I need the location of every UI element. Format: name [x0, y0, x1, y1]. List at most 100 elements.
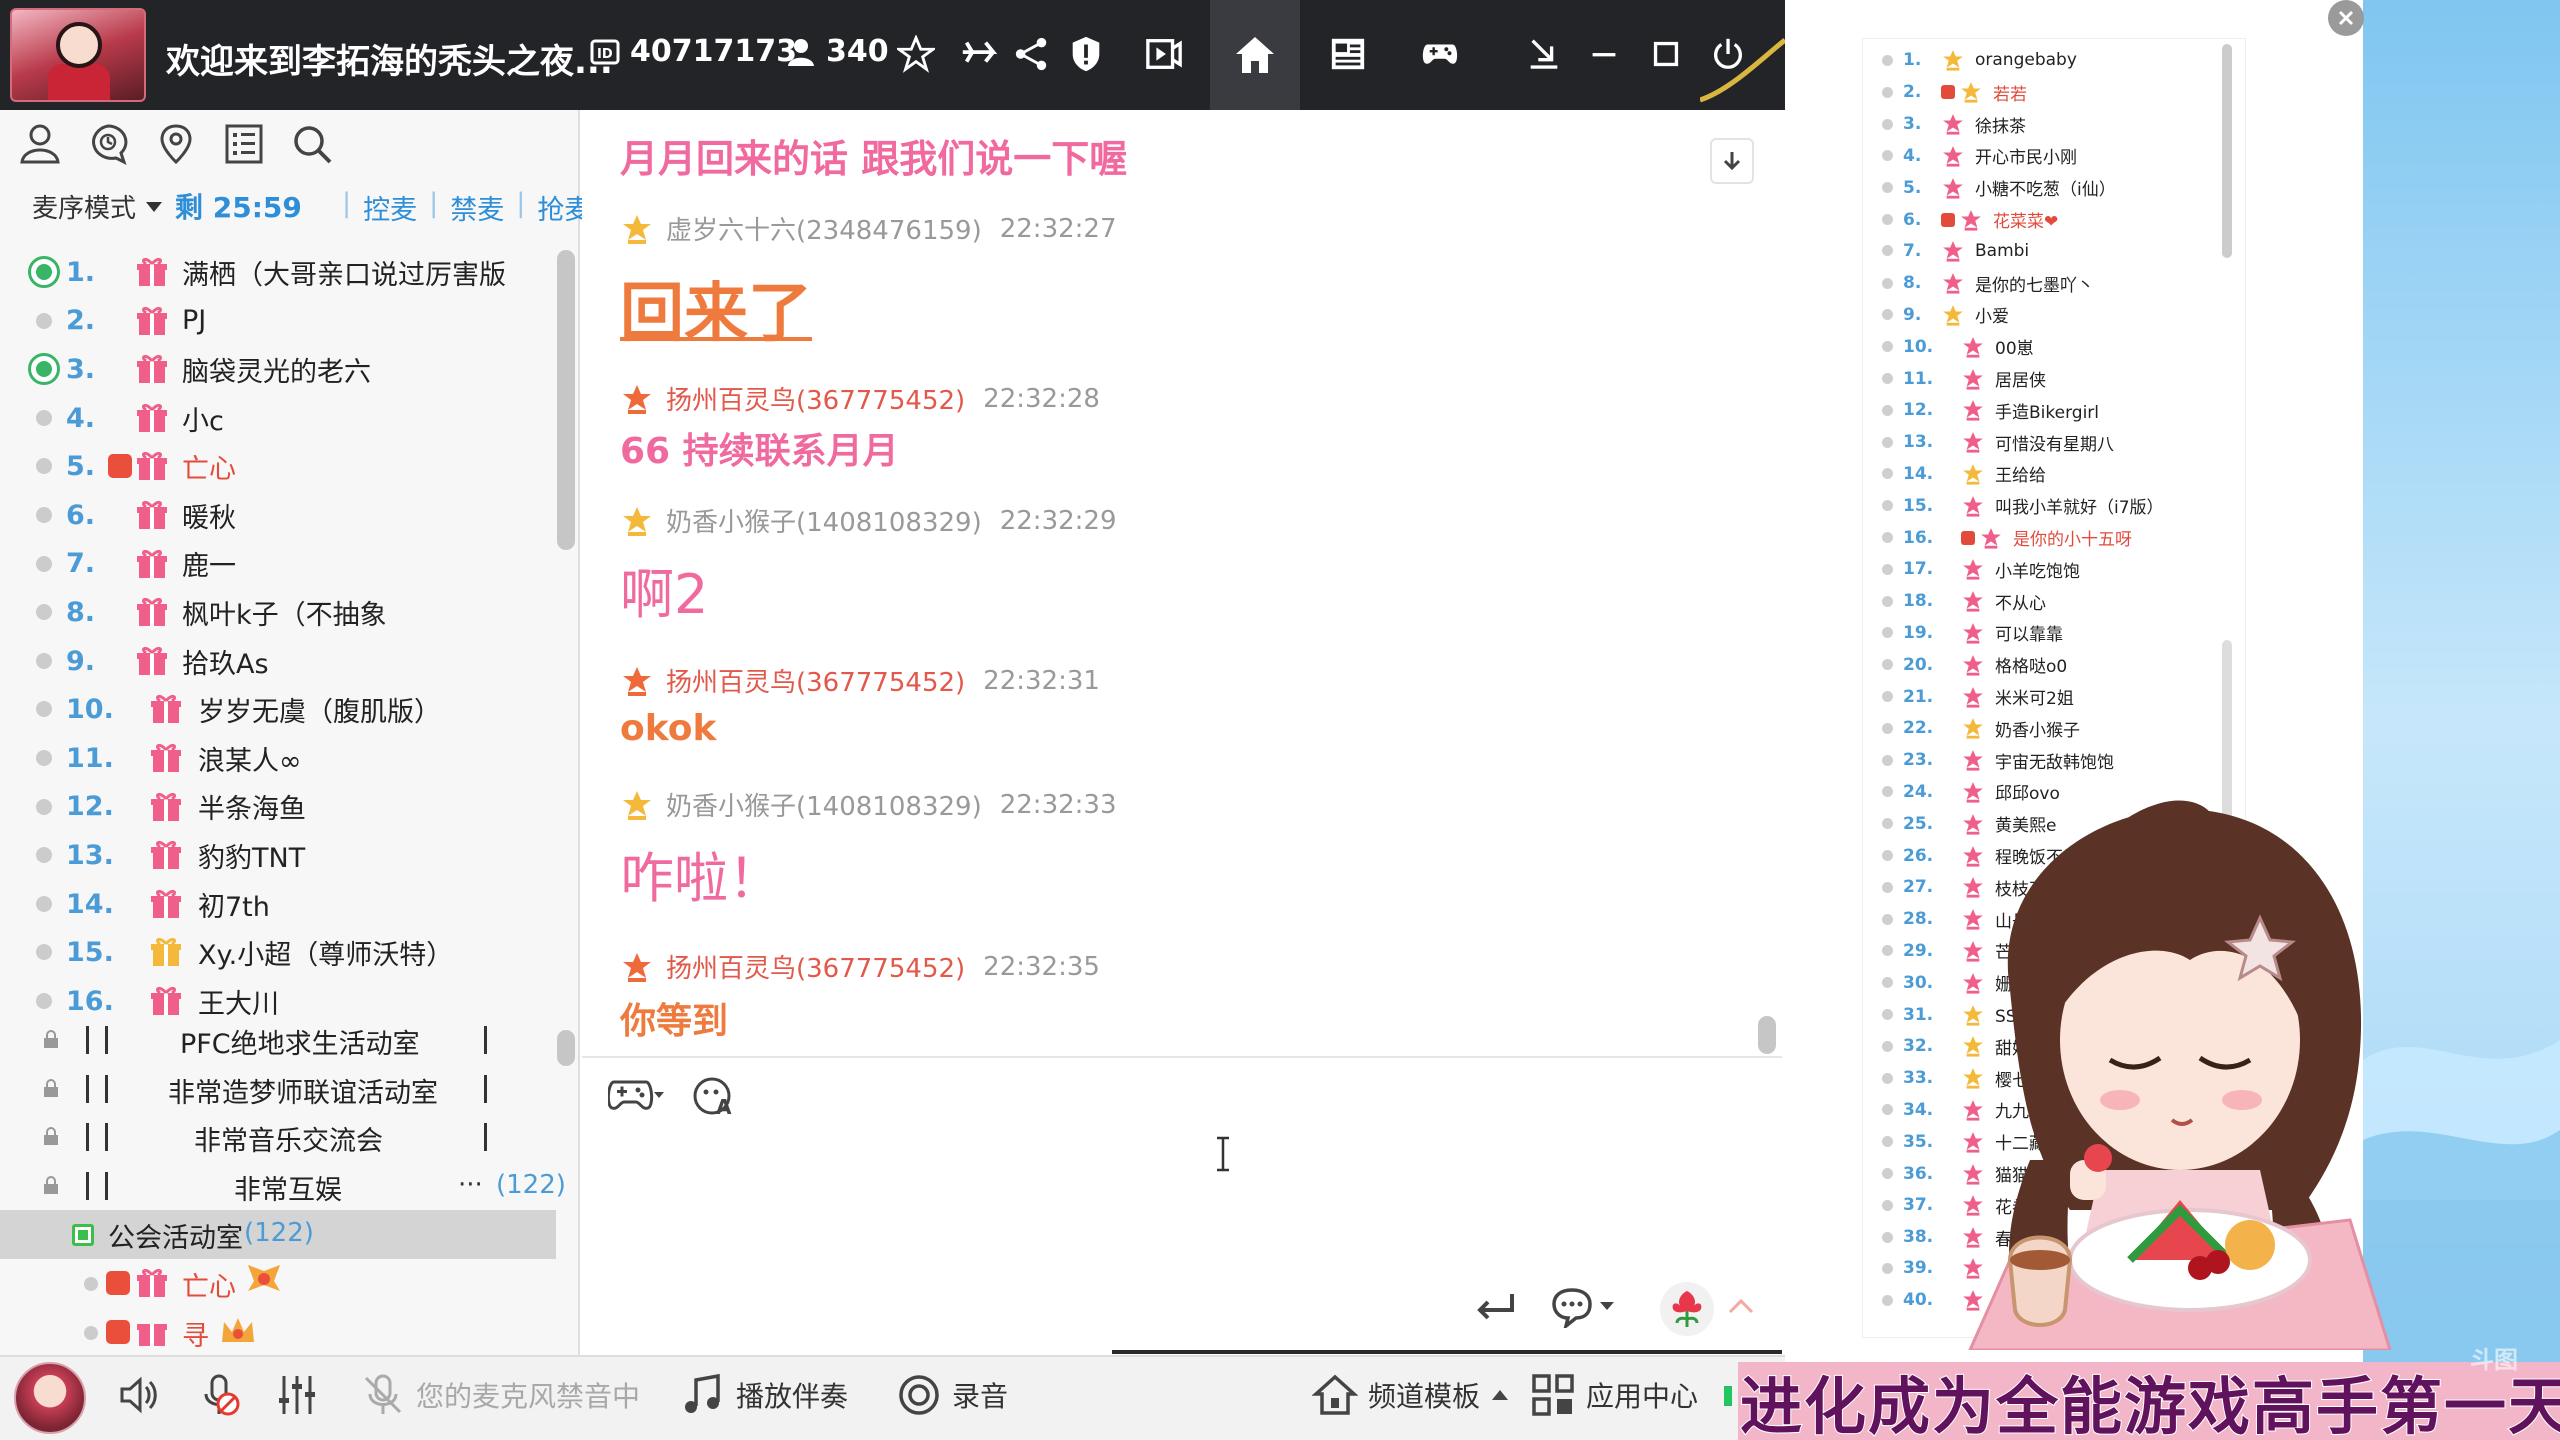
channel-row[interactable]: 非常互娱 ··· (122): [0, 1162, 580, 1211]
chat-nickname[interactable]: 奶香小猴子(1408108329): [666, 502, 982, 539]
queue-user-name: 豹豹TNT: [198, 842, 306, 874]
user-list-item[interactable]: 14. 王给给: [1882, 461, 2046, 486]
user-list-item[interactable]: 1. orangebaby: [1882, 48, 2077, 72]
channel-name: 非常音乐交流会: [194, 1126, 383, 1158]
user-list-item[interactable]: 3. 徐抹茶: [1882, 112, 2026, 137]
user-list-item[interactable]: 12. 手造Bikergirl: [1882, 398, 2099, 423]
queue-row[interactable]: 12. 半条海鱼: [0, 783, 560, 832]
queue-row[interactable]: 14. 初7th: [0, 880, 560, 929]
chevron-up-icon[interactable]: [1726, 1296, 1756, 1316]
queue-scrollbar[interactable]: [557, 250, 575, 550]
list-icon[interactable]: [222, 122, 268, 168]
channel-user-row[interactable]: 寻: [0, 1308, 580, 1357]
channel-name: 非常互娱: [234, 1174, 342, 1206]
ban-mic-button[interactable]: 禁麦: [450, 188, 504, 227]
svg-text:ID: ID: [597, 47, 613, 62]
play-music-button[interactable]: 播放伴奏: [680, 1372, 848, 1418]
queue-row[interactable]: 2. PJ: [0, 297, 560, 346]
user-list-item[interactable]: 16. 是你的小十五呀: [1882, 525, 2132, 550]
room-avatar[interactable]: [10, 8, 146, 102]
channel-row[interactable]: 非常音乐交流会: [0, 1113, 580, 1162]
channel-row[interactable]: PFC绝地求生活动室: [0, 1016, 580, 1066]
user-list-item[interactable]: 2. 若若: [1882, 80, 2027, 105]
queue-row[interactable]: 3. 脑袋灵光的老六: [0, 345, 560, 394]
queue-number: 5.: [66, 451, 96, 483]
share-icon[interactable]: [1006, 28, 1058, 80]
mic-muted-status: 您的麦克风禁音中: [360, 1372, 640, 1418]
channel-scrollbar[interactable]: [557, 1030, 575, 1066]
minimize-to-tray-icon[interactable]: [1518, 28, 1570, 80]
video-icon[interactable]: [1138, 28, 1190, 80]
user-list-item[interactable]: 7. Bambi: [1882, 239, 2029, 263]
user-list-item[interactable]: 13. 可惜没有星期八: [1882, 430, 2114, 455]
user-list-item[interactable]: 5. 小糖不吃葱（i仙）: [1882, 175, 2116, 200]
news-icon[interactable]: [1322, 28, 1374, 80]
record-button[interactable]: 录音: [896, 1372, 1008, 1418]
user-list-item[interactable]: 6. 花菜菜❤: [1882, 207, 2058, 232]
user-list-item[interactable]: 10. 00崽: [1882, 334, 2034, 359]
chat-nickname[interactable]: 扬州百灵鸟(367775452): [666, 662, 965, 699]
user-list-item[interactable]: 4. 开心市民小刚: [1882, 143, 2077, 168]
location-icon[interactable]: [154, 122, 200, 168]
audio-settings-button[interactable]: [274, 1372, 320, 1418]
queue-row[interactable]: 4. 小c: [0, 394, 560, 443]
more-icon[interactable]: ···: [458, 1170, 483, 1200]
chat-nickname[interactable]: 虚岁六十六(2348476159): [666, 210, 982, 247]
shield-icon[interactable]: [1060, 28, 1112, 80]
channel-row[interactable]: 非常造梦师联谊活动室: [0, 1065, 580, 1114]
plane-icon[interactable]: [952, 28, 1004, 80]
queue-row[interactable]: 6. 暖秋: [0, 491, 560, 540]
control-mic-button[interactable]: 控麦: [363, 188, 417, 227]
volume-button[interactable]: [116, 1372, 162, 1418]
home-tab[interactable]: [1210, 0, 1300, 110]
minimize-icon[interactable]: [1578, 28, 1630, 80]
enter-send-icon[interactable]: [1474, 1290, 1518, 1324]
chat-history-icon[interactable]: [86, 122, 132, 168]
queue-row[interactable]: 5. 亡心: [0, 442, 560, 491]
chat-nickname[interactable]: 扬州百灵鸟(367775452): [666, 380, 965, 417]
send-flower-button[interactable]: [1660, 1282, 1714, 1336]
close-panel-button[interactable]: [2328, 0, 2364, 36]
mic-toggle-button[interactable]: [196, 1372, 242, 1418]
sticker-icon[interactable]: A: [690, 1074, 746, 1118]
chat-scrollbar[interactable]: [1758, 1016, 1776, 1054]
channel-user-row[interactable]: 亡心: [0, 1259, 580, 1308]
queue-row[interactable]: 11. 浪某人∞: [0, 734, 560, 783]
user-list-item[interactable]: 8. 是你的七墨吖丶: [1882, 271, 2094, 296]
user-list-item[interactable]: 19. 可以靠靠: [1882, 620, 2063, 645]
app-center-button[interactable]: 应用中心: [1530, 1372, 1698, 1418]
my-avatar[interactable]: [14, 1362, 86, 1434]
queue-row[interactable]: 13. 豹豹TNT: [0, 831, 560, 880]
mic-mode-dropdown[interactable]: 麦序模式: [32, 188, 163, 225]
maximize-icon[interactable]: [1640, 28, 1692, 80]
user-list-item[interactable]: 23. 宇宙无敌韩饱饱: [1882, 748, 2114, 773]
queue-row[interactable]: 10. 岁岁无虞（腹肌版）: [0, 685, 560, 734]
user-list-item[interactable]: 17. 小羊吃饱饱: [1882, 557, 2080, 582]
queue-row[interactable]: 15. Xy.小超（尊师沃特）: [0, 928, 560, 977]
game-emoji-icon[interactable]: [608, 1074, 664, 1118]
queue-row[interactable]: 9. 拾玖As: [0, 637, 560, 686]
user-list-item[interactable]: 21. 米米可2姐: [1882, 684, 2074, 709]
chat-bubble-icon[interactable]: [1552, 1286, 1622, 1328]
user-list-item[interactable]: 22. 奶香小猴子: [1882, 716, 2080, 741]
user-list-item[interactable]: 15. 叫我小羊就好（i7版）: [1882, 493, 2164, 518]
user-list-item[interactable]: 18. 不从心: [1882, 589, 2046, 614]
scroll-to-bottom-button[interactable]: [1710, 138, 1754, 184]
chat-nickname[interactable]: 奶香小猴子(1408108329): [666, 786, 982, 823]
user-list-item[interactable]: 20. 格格哒o0: [1882, 652, 2067, 677]
queue-row[interactable]: 7. 鹿一: [0, 540, 560, 589]
queue-row[interactable]: 1. 满栖（大哥亲口说过厉害版: [0, 248, 560, 297]
user-name: 徐抹茶: [1975, 116, 2026, 137]
chat-nickname[interactable]: 扬州百灵鸟(367775452): [666, 948, 965, 985]
user-icon[interactable]: [18, 122, 64, 168]
channel-template-button[interactable]: 频道模板: [1312, 1372, 1510, 1418]
gamepad-icon[interactable]: [1414, 28, 1466, 80]
queue-row[interactable]: 8. 枫叶k子（不抽象: [0, 588, 560, 637]
user-list-scrollbar[interactable]: [2222, 44, 2232, 258]
user-list-item[interactable]: 9. 小爱: [1882, 302, 2009, 327]
favorite-icon[interactable]: [890, 28, 942, 80]
user-list-item[interactable]: 11. 居居侠: [1882, 366, 2046, 391]
channel-row-selected[interactable]: 公会活动室 (122): [0, 1210, 556, 1259]
search-icon[interactable]: [290, 122, 336, 168]
queue-row[interactable]: 16. 王大川: [0, 977, 560, 1018]
